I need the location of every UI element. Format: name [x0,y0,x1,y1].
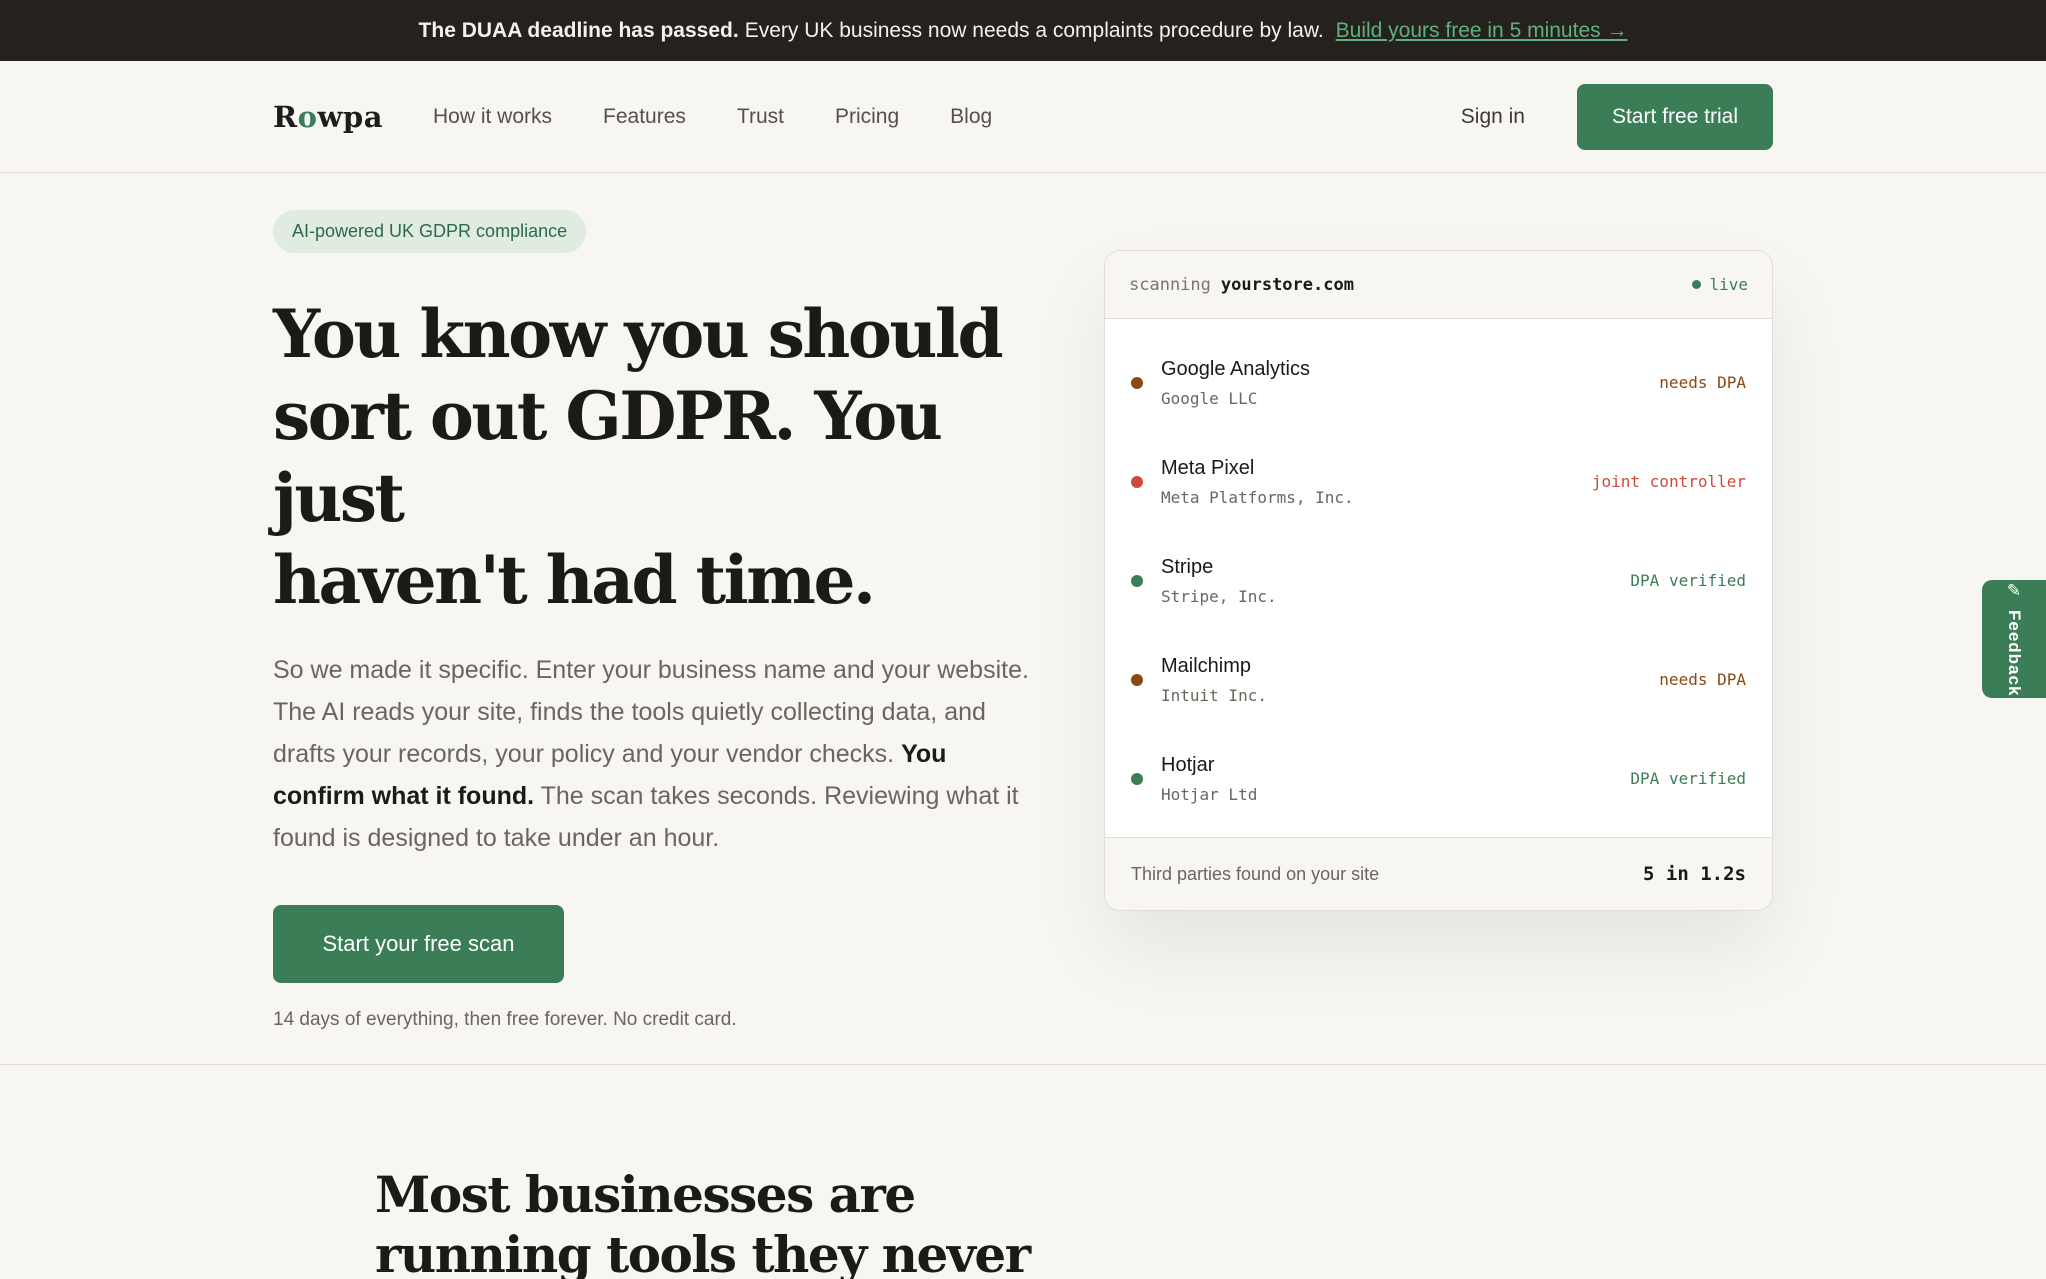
list-item: Google Analytics Google LLC needs DPA [1105,333,1772,432]
announcement-text: Every UK business now needs a complaints… [744,18,1324,42]
status-badge: DPA verified [1630,769,1746,788]
pencil-icon: ✎ [2005,581,2024,603]
list-item: Mailchimp Intuit Inc. needs DPA [1105,630,1772,729]
status-badge: needs DPA [1659,373,1746,392]
live-dot-icon [1692,280,1702,289]
hero-fineprint: 14 days of everything, then free forever… [273,1009,737,1030]
nav-link-how-it-works[interactable]: How it works [433,105,552,129]
status-dot-icon [1131,475,1143,488]
list-item: Meta Pixel Meta Platforms, Inc. joint con… [1105,432,1772,531]
footer-label: Third parties found on your site [1131,863,1380,884]
nav-link-blog[interactable]: Blog [950,105,992,129]
announcement-bold: The DUAA deadline has passed. [418,18,739,42]
status-dot-icon [1131,376,1143,389]
start-free-trial-button[interactable]: Start free trial [1577,83,1773,150]
scanned-domain: yourstore.com [1220,274,1354,295]
nav-link-trust[interactable]: Trust [737,105,784,129]
nav-actions: Sign in Start free trial [1461,83,1773,150]
start-free-scan-button[interactable]: Start your free scan [273,905,564,983]
hero: AI-powered UK GDPR compliance You know y… [273,210,1033,1031]
announcement-link[interactable]: Build yours free in 5 minutes → [1336,19,1628,43]
section-title: Most businesses are running tools they n… [375,1165,1031,1279]
status-badge: DPA verified [1630,571,1746,590]
status-badge: joint controller [1591,472,1746,491]
nav-link-pricing[interactable]: Pricing [835,105,899,129]
logo[interactable]: Rowpa [273,100,383,134]
scan-results-card: scanning yourstore.com live Google Analy… [1104,250,1773,911]
nav-links: How it works Features Trust Pricing Blog [433,105,992,129]
status-dot-icon [1131,574,1143,587]
scanning-label: scanning [1129,274,1211,295]
sign-in-link[interactable]: Sign in [1461,105,1525,129]
status-dot-icon [1131,673,1143,686]
list-item: Hotjar Hotjar Ltd DPA verified [1105,729,1772,828]
section-divider [0,1064,2046,1065]
feedback-tab[interactable]: ✎ Feedback [1982,580,2046,698]
scan-card-header: scanning yourstore.com live [1105,251,1772,319]
hero-description: So we made it specific. Enter your busin… [273,656,1029,852]
status-badge: needs DPA [1659,670,1746,689]
hero-pill-badge: AI-powered UK GDPR compliance [273,210,587,253]
live-indicator: live [1692,275,1748,294]
scan-card-footer: Third parties found on your site 5 in 1.… [1105,837,1772,910]
hero-headline: You know you should sort out GDPR. You j… [273,295,1004,619]
announcement-bar: The DUAA deadline has passed. Every UK b… [0,0,2046,61]
nav-link-features[interactable]: Features [603,105,686,129]
list-item: Stripe Stripe, Inc. DPA verified [1105,531,1772,630]
third-party-list: Google Analytics Google LLC needs DPA Met… [1105,319,1772,828]
top-nav: Rowpa How it works Features Trust Pricin… [0,61,2046,173]
status-dot-icon [1131,772,1143,785]
footer-count: 5 in 1.2s [1643,863,1746,885]
